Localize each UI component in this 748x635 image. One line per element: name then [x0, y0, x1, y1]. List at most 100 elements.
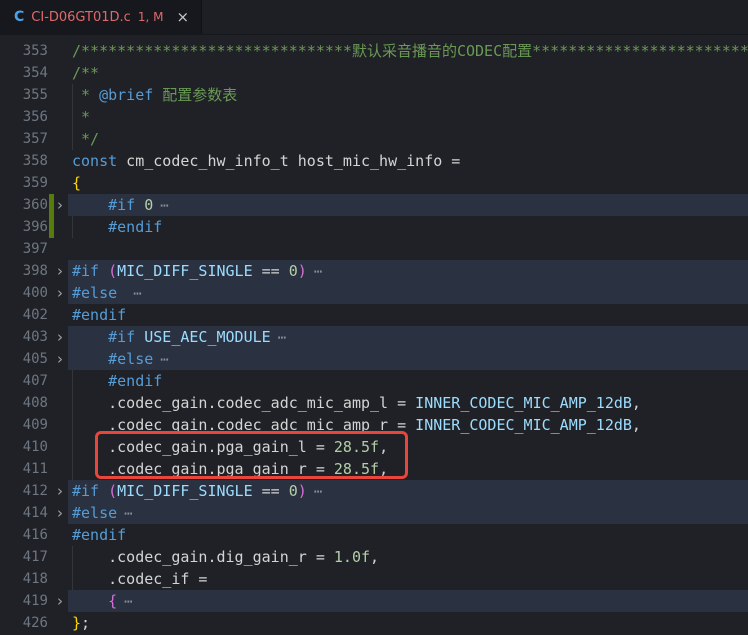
line-number: 403 — [0, 326, 48, 348]
fold-chevron-icon[interactable]: › — [53, 502, 67, 524]
line-number: 360 — [0, 194, 48, 216]
fold-ellipsis-icon[interactable]: ⋯ — [124, 506, 132, 522]
folded-region-highlight — [68, 194, 748, 216]
code-text: #else ⋯ — [72, 282, 142, 304]
line-number: 358 — [0, 150, 48, 172]
code-line: 400›#else ⋯ — [0, 282, 748, 304]
line-number: 419 — [0, 590, 48, 612]
code-text: * @brief 配置参数表 — [72, 84, 237, 106]
fold-ellipsis-icon[interactable]: ⋯ — [314, 264, 322, 280]
fold-chevron-icon[interactable]: › — [53, 590, 67, 612]
line-number: 417 — [0, 546, 48, 568]
code-text: #endif — [72, 216, 162, 238]
code-text: }; — [72, 612, 90, 634]
code-area: 353 /******************************默认采音播音… — [0, 40, 748, 634]
code-text: #endif — [72, 370, 162, 392]
close-icon[interactable]: × — [176, 10, 189, 25]
code-line: 396 #endif — [0, 216, 748, 238]
code-line: 412›#if (MIC_DIFF_SINGLE == 0)⋯ — [0, 480, 748, 502]
code-line: 358 const cm_codec_hw_info_t host_mic_hw_… — [0, 150, 748, 172]
line-number: 409 — [0, 414, 48, 436]
line-number: 402 — [0, 304, 48, 326]
code-line: 417 .codec_gain.dig_gain_r = 1.0f, — [0, 546, 748, 568]
fold-chevron-icon[interactable]: › — [53, 260, 67, 282]
fold-ellipsis-icon[interactable]: ⋯ — [160, 198, 168, 214]
code-text: /** — [72, 62, 99, 84]
code-line: 353 /******************************默认采音播音… — [0, 40, 748, 62]
code-line: 407 #endif — [0, 370, 748, 392]
fold-chevron-icon[interactable]: › — [53, 326, 67, 348]
tab-bar: C CI-D06GT01D.c 1, M × — [0, 0, 748, 35]
fold-ellipsis-icon[interactable]: ⋯ — [160, 352, 168, 368]
line-number: 397 — [0, 238, 48, 260]
line-number: 359 — [0, 172, 48, 194]
code-line: 418 .codec_if = — [0, 568, 748, 590]
line-number: 357 — [0, 128, 48, 150]
fold-chevron-icon[interactable]: › — [53, 480, 67, 502]
fold-ellipsis-icon[interactable]: ⋯ — [314, 484, 322, 500]
code-text: /******************************默认采音播音的CO… — [72, 40, 748, 62]
code-line: 411 .codec_gain.pga_gain_r = 28.5f, — [0, 458, 748, 480]
tab-decorations-badge: 1, M — [138, 10, 164, 24]
line-number: 405 — [0, 348, 48, 370]
code-line: 354 /** — [0, 62, 748, 84]
code-text: .codec_gain.codec_adc_mic_amp_l = INNER_… — [72, 392, 641, 414]
folded-region-highlight — [68, 590, 748, 612]
line-number: 416 — [0, 524, 48, 546]
fold-chevron-icon[interactable]: › — [53, 348, 67, 370]
line-number: 355 — [0, 84, 48, 106]
code-text: .codec_if = — [72, 568, 207, 590]
code-line: 398›#if (MIC_DIFF_SINGLE == 0)⋯ — [0, 260, 748, 282]
code-line: 357 */ — [0, 128, 748, 150]
line-number: 356 — [0, 106, 48, 128]
code-line: 360› #if 0⋯ — [0, 194, 748, 216]
code-text: {⋯ — [72, 590, 133, 612]
code-text: .codec_gain.pga_gain_r = 28.5f, — [72, 458, 388, 480]
fold-ellipsis-icon[interactable]: ⋯ — [278, 330, 286, 346]
code-line: 408 .codec_gain.codec_adc_mic_amp_l = IN… — [0, 392, 748, 414]
folded-region-highlight — [68, 502, 748, 524]
line-number: 412 — [0, 480, 48, 502]
code-line: 405› #else⋯ — [0, 348, 748, 370]
line-number: 396 — [0, 216, 48, 238]
line-number: 426 — [0, 612, 48, 634]
fold-chevron-icon[interactable]: › — [53, 194, 67, 216]
code-editor[interactable]: 353 /******************************默认采音播音… — [0, 35, 748, 635]
code-line: 410 .codec_gain.pga_gain_l = 28.5f, — [0, 436, 748, 458]
code-text: #endif — [72, 304, 126, 326]
code-line: 409 .codec_gain.codec_adc_mic_amp_r = IN… — [0, 414, 748, 436]
line-number: 353 — [0, 40, 48, 62]
code-text: #endif — [72, 524, 126, 546]
line-number: 398 — [0, 260, 48, 282]
folded-region-highlight — [68, 348, 748, 370]
line-number: 407 — [0, 370, 48, 392]
code-text: */ — [72, 128, 99, 150]
code-line: 426}; — [0, 612, 748, 634]
code-line: 403› #if USE_AEC_MODULE⋯ — [0, 326, 748, 348]
code-line: 355 * @brief 配置参数表 — [0, 84, 748, 106]
tab-ci-d06gt01d[interactable]: C CI-D06GT01D.c 1, M × — [0, 0, 202, 34]
code-line: 402 #endif — [0, 304, 748, 326]
line-number: 414 — [0, 502, 48, 524]
code-text: #else⋯ — [72, 348, 169, 370]
code-text: const cm_codec_hw_info_t host_mic_hw_inf… — [72, 150, 460, 172]
fold-ellipsis-icon[interactable]: ⋯ — [124, 594, 132, 610]
git-added-gutter-bar — [49, 216, 54, 238]
code-line: 356 * — [0, 106, 748, 128]
code-line: 359 { — [0, 172, 748, 194]
fold-ellipsis-icon[interactable]: ⋯ — [133, 286, 141, 302]
code-line: 419› {⋯ — [0, 590, 748, 612]
code-line: 414›#else⋯ — [0, 502, 748, 524]
code-text: #if 0⋯ — [72, 194, 169, 216]
line-number: 354 — [0, 62, 48, 84]
line-number: 400 — [0, 282, 48, 304]
code-line: 397 — [0, 238, 748, 260]
code-text: .codec_gain.pga_gain_l = 28.5f, — [72, 436, 388, 458]
line-number: 408 — [0, 392, 48, 414]
line-number: 410 — [0, 436, 48, 458]
code-text: #if (MIC_DIFF_SINGLE == 0)⋯ — [72, 260, 322, 282]
fold-chevron-icon[interactable]: › — [53, 282, 67, 304]
code-text: #else⋯ — [72, 502, 133, 524]
line-number: 411 — [0, 458, 48, 480]
code-text: { — [72, 172, 81, 194]
